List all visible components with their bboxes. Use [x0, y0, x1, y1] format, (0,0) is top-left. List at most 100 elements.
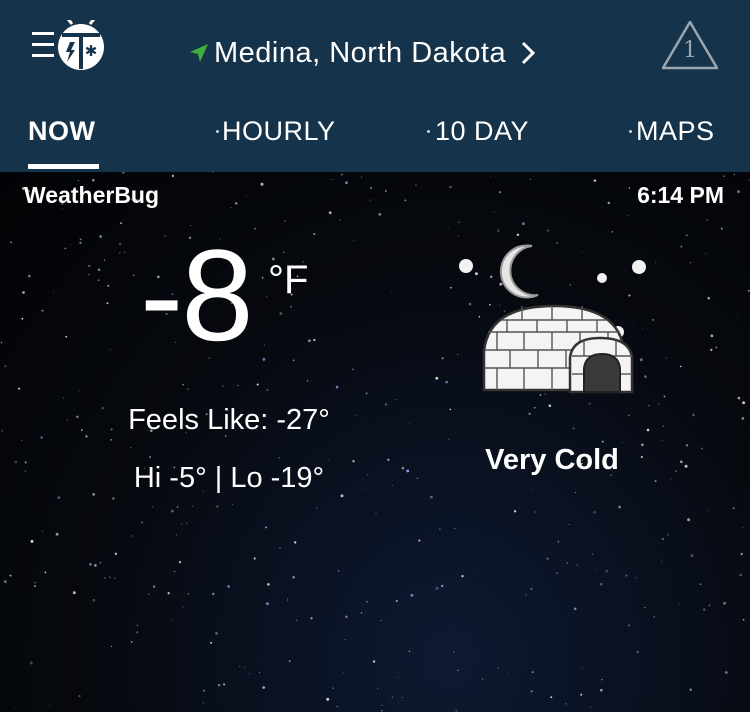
star — [708, 604, 711, 607]
star — [328, 211, 332, 215]
star — [708, 511, 710, 513]
star — [118, 252, 121, 254]
star — [556, 572, 558, 574]
star — [108, 696, 110, 698]
tab-maps[interactable]: MAPS — [636, 116, 715, 147]
star — [529, 178, 532, 180]
star — [457, 235, 459, 237]
star — [652, 319, 654, 321]
star — [441, 357, 444, 360]
star — [390, 292, 392, 294]
alerts-button[interactable]: 1 — [660, 18, 720, 72]
alert-count: 1 — [683, 38, 697, 63]
star — [114, 552, 117, 555]
star — [372, 660, 376, 663]
star — [97, 268, 101, 271]
star — [271, 503, 273, 505]
star — [351, 368, 354, 371]
star — [710, 348, 713, 352]
temperature-unit[interactable]: °F — [268, 258, 308, 303]
star — [497, 667, 499, 669]
star — [332, 687, 334, 689]
star — [52, 291, 54, 293]
tab-now[interactable]: NOW — [28, 116, 95, 147]
star — [246, 196, 247, 198]
star — [34, 581, 36, 584]
star — [618, 505, 622, 509]
star — [266, 602, 269, 606]
star — [482, 678, 484, 680]
star — [10, 241, 12, 243]
star — [109, 349, 111, 351]
star — [18, 387, 21, 390]
star — [705, 252, 707, 255]
star — [221, 384, 224, 387]
star — [290, 306, 292, 308]
star — [689, 688, 692, 691]
star — [48, 705, 50, 707]
star — [99, 235, 102, 238]
star — [593, 179, 597, 182]
star — [88, 264, 91, 268]
star — [104, 577, 106, 579]
tab-10-day[interactable]: 10 DAY — [435, 116, 529, 147]
star — [381, 705, 383, 706]
star — [737, 314, 739, 316]
star — [703, 608, 706, 611]
star — [112, 497, 115, 500]
current-temperature: -8 — [140, 222, 254, 368]
star — [124, 251, 126, 253]
star — [550, 696, 553, 699]
weatherbug-logo-icon: ✱ — [58, 18, 104, 70]
star — [344, 638, 346, 641]
star — [110, 439, 112, 441]
star — [267, 583, 270, 586]
star — [707, 296, 710, 300]
star — [339, 219, 341, 221]
location-selector[interactable]: Medina, North Dakota — [188, 30, 536, 76]
star — [625, 574, 628, 577]
star — [310, 617, 313, 620]
star — [89, 562, 92, 566]
star — [733, 174, 735, 176]
star — [706, 219, 709, 222]
star — [266, 388, 269, 392]
star — [605, 569, 609, 573]
star — [531, 671, 534, 674]
star — [513, 510, 517, 513]
star — [375, 513, 377, 515]
star — [239, 665, 241, 668]
star — [599, 582, 603, 586]
star — [141, 521, 143, 523]
star — [448, 228, 450, 230]
star — [265, 526, 268, 529]
star — [187, 593, 190, 595]
star — [244, 667, 246, 669]
tab-hourly[interactable]: HOURLY — [222, 116, 336, 147]
star — [260, 182, 264, 186]
star — [453, 651, 455, 653]
star — [345, 181, 348, 185]
star — [256, 383, 259, 386]
star — [186, 522, 188, 524]
star — [253, 557, 256, 560]
menu-button[interactable]: ✱ — [28, 18, 108, 72]
star — [187, 388, 189, 391]
star — [395, 399, 397, 401]
star — [723, 175, 726, 178]
chevron-right-icon — [520, 40, 536, 66]
star — [496, 229, 500, 233]
star — [687, 518, 691, 522]
star — [572, 427, 575, 430]
star — [79, 241, 82, 244]
star — [599, 688, 603, 692]
star — [525, 594, 527, 596]
star — [530, 690, 533, 693]
star — [191, 505, 194, 508]
star — [685, 444, 689, 447]
star — [366, 600, 368, 603]
star — [203, 689, 205, 692]
star — [667, 534, 669, 536]
star — [644, 607, 646, 609]
star — [313, 233, 316, 236]
